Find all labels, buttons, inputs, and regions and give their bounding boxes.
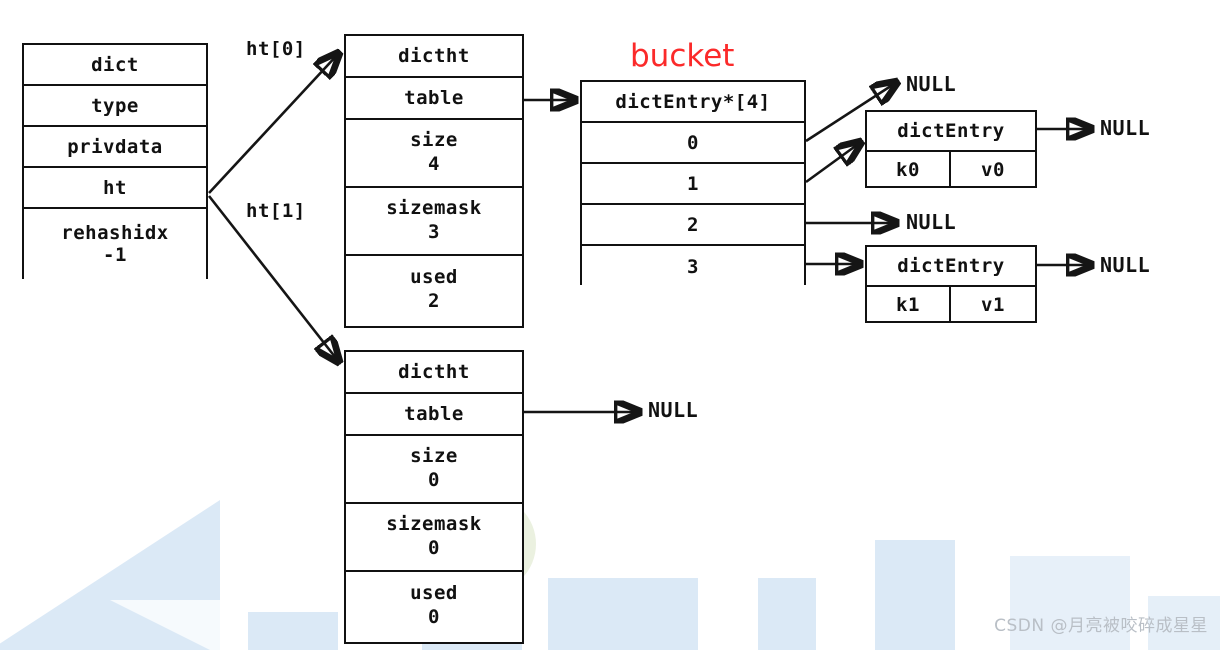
bucket-index-label-2: 2 [687, 213, 699, 236]
dict-field-ht: ht [24, 168, 206, 209]
dictht1-sizemask-value: 0 [428, 537, 440, 559]
dict-entry-0-kv-row: k0 v0 [867, 152, 1035, 188]
dictht1-title-label: dictht [398, 361, 470, 383]
dictht0-title-row: dictht [346, 36, 522, 78]
dictht0-size-row: size 4 [346, 120, 522, 188]
dictht1-used-value: 0 [428, 606, 440, 628]
dict-struct-box: dict type privdata ht rehashidx -1 [22, 43, 208, 279]
dictht1-size-label: size [410, 445, 458, 468]
dictht1-used-row: used 0 [346, 572, 522, 640]
watermark-triangle-left-inner [110, 600, 220, 650]
bucket-annotation-label: bucket [630, 38, 735, 74]
dict-field-rehashidx: rehashidx -1 [24, 209, 206, 279]
null-label-entry1-next: NULL [1100, 253, 1151, 277]
dict-field-rehashidx-label: rehashidx [61, 222, 169, 244]
dictht0-size-label: size [410, 129, 458, 152]
dictht0-box: dictht table size 4 sizemask 3 used 2 [344, 34, 524, 328]
dict-entry-node-0: dictEntry k0 v0 [865, 110, 1037, 188]
dict-field-type: type [24, 86, 206, 127]
dict-entry-1-key: k1 [867, 287, 951, 323]
watermark-bar-5 [875, 540, 955, 650]
bucket-header-label: dictEntry*[4] [615, 90, 771, 113]
dictht0-used-row: used 2 [346, 256, 522, 324]
bucket-array-box: dictEntry*[4] 0 1 2 3 [580, 80, 806, 287]
dict-field-ht-label: ht [103, 176, 127, 199]
csdn-watermark-text: CSDN @月亮被咬碎成星星 [994, 616, 1208, 636]
dictht1-table-row: table [346, 394, 522, 436]
dictht0-sizemask-row: sizemask 3 [346, 188, 522, 256]
dict-field-rehashidx-value: -1 [103, 244, 127, 266]
dictht1-size-value: 0 [428, 469, 440, 491]
dictht0-title-label: dictht [398, 45, 470, 67]
pointer-label-ht0: ht[0] [246, 38, 306, 60]
dictht1-sizemask-row: sizemask 0 [346, 504, 522, 572]
bucket-index-row-1: 1 [582, 164, 804, 205]
dict-field-privdata: privdata [24, 127, 206, 168]
dict-entry-node-1: dictEntry k1 v1 [865, 245, 1037, 323]
bucket-index-label-0: 0 [687, 131, 699, 154]
bucket-index-row-3: 3 [582, 246, 804, 287]
dictht1-used-label: used [410, 582, 458, 605]
dictht0-sizemask-value: 3 [428, 221, 440, 243]
null-label-bucket2: NULL [906, 210, 957, 234]
dict-title-row: dict [24, 45, 206, 86]
watermark-bar-3 [548, 578, 698, 650]
dict-entry-0-title: dictEntry [867, 112, 1035, 152]
dict-entry-1-title: dictEntry [867, 247, 1035, 287]
bucket-header-row: dictEntry*[4] [582, 82, 804, 123]
dict-field-privdata-label: privdata [67, 135, 163, 158]
dict-entry-0-value: v0 [981, 159, 1005, 181]
dict-field-type-label: type [91, 94, 139, 117]
null-label-entry0-next: NULL [1100, 116, 1151, 140]
bucket-index-label-1: 1 [687, 172, 699, 195]
dictht1-title-row: dictht [346, 352, 522, 394]
dictht1-sizemask-label: sizemask [386, 513, 482, 536]
dict-title-label: dict [91, 53, 139, 76]
watermark-triangle-left [0, 500, 220, 650]
watermark-bar-1 [248, 612, 338, 650]
arrow-ht0 [208, 53, 339, 194]
null-label-bucket0: NULL [906, 72, 957, 96]
dictht0-used-value: 2 [428, 290, 440, 312]
dictht1-size-row: size 0 [346, 436, 522, 504]
bucket-index-row-0: 0 [582, 123, 804, 164]
pointer-label-ht1: ht[1] [246, 200, 306, 222]
diagram-canvas: dict type privdata ht rehashidx -1 dicth… [0, 0, 1220, 650]
arrow-bucket1-entry0 [805, 142, 861, 184]
dictht0-table-row: table [346, 78, 522, 120]
dictht1-box: dictht table size 0 sizemask 0 used 0 [344, 350, 524, 644]
dict-entry-1-kv-row: k1 v1 [867, 287, 1035, 323]
dictht0-used-label: used [410, 266, 458, 289]
dictht1-table-label: table [404, 403, 464, 425]
dict-entry-1-value: v1 [981, 294, 1005, 316]
null-label-dictht1-table: NULL [648, 398, 699, 422]
bucket-index-label-3: 3 [687, 255, 699, 278]
dictht0-sizemask-label: sizemask [386, 197, 482, 220]
dictht0-size-value: 4 [428, 153, 440, 175]
bucket-index-row-2: 2 [582, 205, 804, 246]
dictht0-table-label: table [404, 87, 464, 109]
watermark-bar-4 [758, 578, 816, 650]
dict-entry-0-key: k0 [867, 152, 951, 188]
